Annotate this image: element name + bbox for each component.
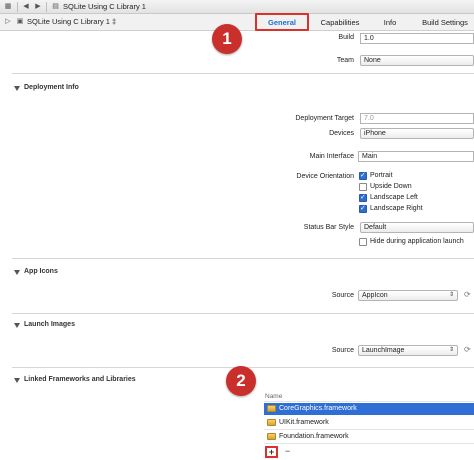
framework-name: Foundation.framework — [279, 433, 349, 440]
team-label: Team — [336, 57, 354, 64]
grid-icon[interactable]: ▦ — [4, 2, 12, 12]
devices-label: Devices — [329, 130, 354, 137]
launch-images-go-icon[interactable]: ⟳ — [464, 345, 471, 354]
project-file-icon: ▤ — [52, 3, 59, 10]
device-orientation-label: Device Orientation — [296, 173, 354, 180]
section-divider — [12, 313, 474, 314]
tab-build-settings[interactable]: Build Settings — [418, 17, 472, 29]
disclosure-triangle-icon[interactable] — [14, 323, 20, 328]
section-divider — [12, 73, 474, 74]
disclosure-triangle-icon[interactable] — [14, 378, 20, 383]
devices-value: iPhone — [364, 130, 386, 137]
build-label: Build — [338, 34, 354, 41]
framework-name: CoreGraphics.framework — [279, 405, 357, 412]
status-bar-style-value: Default — [364, 224, 387, 231]
landscape-right-checkbox[interactable] — [359, 204, 367, 213]
forward-arrow-icon[interactable]: ▶ — [34, 2, 42, 12]
main-interface-label: Main Interface — [309, 153, 354, 160]
hide-during-launch-label: Hide during application launch — [370, 238, 464, 245]
landscape-left-checkbox[interactable] — [359, 193, 367, 202]
launch-images-source-label: Source — [331, 347, 354, 354]
portrait-label: Portrait — [370, 172, 393, 179]
portrait-checkbox[interactable] — [359, 171, 367, 180]
general-tab-highlight — [255, 13, 309, 31]
target-selector[interactable]: SQLite Using C Library 1 ‡ — [27, 17, 116, 27]
tab-info[interactable]: Info — [376, 17, 404, 29]
disclosure-triangle-icon[interactable] — [14, 86, 20, 91]
launch-images-source-popup[interactable]: LaunchImage ⇕ — [358, 345, 458, 356]
app-icons-go-icon[interactable]: ⟳ — [464, 290, 471, 299]
sidebar-toggle-icon[interactable]: ▷ — [4, 17, 12, 27]
back-arrow-icon[interactable]: ◀ — [22, 2, 30, 12]
deployment-info-heading: Deployment Info — [24, 84, 79, 91]
section-divider — [12, 258, 474, 259]
landscape-left-label: Landscape Left — [370, 194, 418, 201]
framework-icon — [267, 404, 276, 412]
add-framework-button[interactable]: + — [265, 446, 278, 458]
landscape-right-label: Landscape Right — [370, 205, 423, 212]
framework-row[interactable]: CoreGraphics.framework — [264, 403, 474, 415]
build-field[interactable]: 1.0 — [360, 33, 474, 44]
navigation-bar: ▦ ◀ ▶ ▤ SQLite Using C Library 1 — [0, 0, 474, 14]
framework-name: UIKit.framework — [279, 419, 329, 426]
disclosure-triangle-icon[interactable] — [14, 270, 20, 275]
tab-capabilities[interactable]: Capabilities — [315, 17, 365, 29]
callout-1: 1 — [212, 24, 242, 54]
team-popup[interactable]: None — [360, 55, 474, 66]
target-icon: ▣ — [16, 18, 24, 25]
framework-icon — [267, 418, 276, 426]
name-column-header[interactable]: Name — [265, 393, 282, 400]
app-icons-source-value: AppIcon — [362, 292, 388, 299]
devices-popup[interactable]: iPhone — [360, 128, 474, 139]
list-divider — [264, 443, 474, 444]
framework-icon — [267, 432, 276, 440]
launch-images-heading: Launch Images — [24, 321, 75, 328]
deployment-target-label: Deployment Target — [295, 115, 354, 122]
app-icons-source-label: Source — [331, 292, 354, 299]
breadcrumb-project[interactable]: SQLite Using C Library 1 — [63, 2, 146, 12]
callout-2: 2 — [226, 366, 256, 396]
list-divider — [264, 401, 474, 402]
app-icons-source-popup[interactable]: AppIcon ⇕ — [358, 290, 458, 301]
framework-row[interactable]: UIKit.framework — [264, 417, 474, 429]
upside-down-label: Upside Down — [370, 183, 412, 190]
upside-down-checkbox[interactable] — [359, 183, 367, 191]
linked-frameworks-heading: Linked Frameworks and Libraries — [24, 376, 136, 383]
deployment-target-field[interactable]: 7.0 — [360, 113, 474, 124]
status-bar-style-label: Status Bar Style — [303, 224, 354, 231]
status-bar-style-popup[interactable]: Default — [360, 222, 474, 233]
hide-during-launch-checkbox[interactable] — [359, 238, 367, 246]
framework-row[interactable]: Foundation.framework — [264, 431, 474, 443]
main-interface-field[interactable]: Main — [358, 151, 474, 162]
app-icons-heading: App Icons — [24, 268, 58, 275]
team-value: None — [364, 57, 381, 64]
list-divider — [264, 429, 474, 430]
launch-images-source-value: LaunchImage — [362, 347, 405, 354]
remove-framework-button[interactable]: − — [285, 446, 290, 456]
